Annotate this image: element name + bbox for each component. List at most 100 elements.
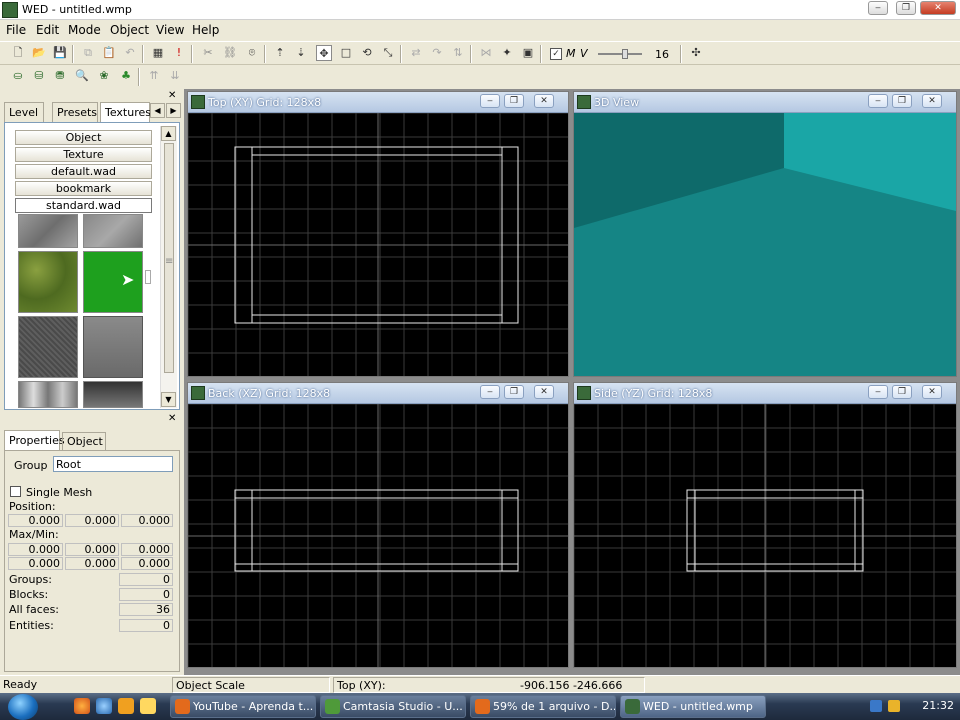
viewport-side-caption[interactable]: Side (YZ) Grid: 128x8 ‒ ❐ ✕ <box>574 383 956 404</box>
maximize-button[interactable]: ❐ <box>896 1 916 15</box>
block-wireframe[interactable] <box>251 489 503 572</box>
tab-properties[interactable]: Properties <box>4 430 65 450</box>
viewport-side[interactable]: Side (YZ) Grid: 128x8 ‒ ❐ ✕ <box>573 382 957 668</box>
viewport-close-button[interactable]: ✕ <box>922 385 942 399</box>
align-icon[interactable]: ⋈ <box>478 45 494 61</box>
block-wireframe[interactable] <box>686 489 864 572</box>
viewport-minimize-button[interactable]: ‒ <box>480 94 500 108</box>
close-button[interactable]: ✕ <box>920 1 956 15</box>
folder-icon[interactable] <box>140 698 156 714</box>
viewport-top-canvas[interactable] <box>188 113 568 376</box>
viewport-3d[interactable]: 3D View ‒ ❐ ✕ <box>573 91 957 377</box>
list-item-standard-wad[interactable]: standard.wad <box>15 198 152 213</box>
texture-swatch[interactable] <box>18 251 78 313</box>
viewport-minimize-button[interactable]: ‒ <box>480 385 500 399</box>
max-z-field[interactable]: 0.000 <box>121 543 173 556</box>
slider-thumb[interactable] <box>622 49 628 59</box>
viewport-top-caption[interactable]: Top (XY) Grid: 128x8 ‒ ❐ ✕ <box>188 92 568 113</box>
block-icon[interactable]: □ <box>338 45 354 61</box>
paste-icon[interactable]: 📋 <box>101 45 117 61</box>
save-icon[interactable]: 💾 <box>52 45 68 61</box>
menu-file[interactable]: File <box>6 23 26 37</box>
texture-swatch[interactable] <box>18 381 78 408</box>
min-x-field[interactable]: 0.000 <box>8 557 63 570</box>
viewport-maximize-button[interactable]: ❐ <box>504 94 524 108</box>
texture-swatch[interactable] <box>83 214 143 248</box>
max-y-field[interactable]: 0.000 <box>65 543 119 556</box>
build-icon[interactable]: ▦ <box>150 45 166 61</box>
texture-swatch[interactable] <box>18 316 78 378</box>
add-object-icon[interactable]: ⛀ <box>10 68 26 84</box>
list-item-default-wad[interactable]: default.wad <box>15 164 152 179</box>
task-youtube[interactable]: YouTube - Aprenda t... <box>170 695 316 718</box>
max-x-field[interactable]: 0.000 <box>8 543 63 556</box>
viewport-back-caption[interactable]: Back (XZ) Grid: 128x8 ‒ ❐ ✕ <box>188 383 568 404</box>
cut-icon[interactable]: ✂ <box>200 45 216 61</box>
scroll-up-icon[interactable]: ▲ <box>161 126 176 141</box>
split-icon[interactable]: ⇈ <box>146 68 162 84</box>
browser-icon[interactable] <box>96 698 112 714</box>
block-wireframe[interactable] <box>251 146 503 324</box>
window-title-bar[interactable]: WED - untitled.wmp ‒ ❐ ✕ <box>0 0 960 20</box>
position-x-field[interactable]: 0.000 <box>8 514 63 527</box>
add-path-icon[interactable]: ❀ <box>96 68 112 84</box>
viewport-3d-caption[interactable]: 3D View ‒ ❐ ✕ <box>574 92 956 113</box>
tray-network-icon[interactable] <box>870 700 882 712</box>
min-y-field[interactable]: 0.000 <box>65 557 119 570</box>
task-camtasia[interactable]: Camtasia Studio - U... <box>320 695 466 718</box>
viewport-top[interactable]: Top (XY) Grid: 128x8 ‒ ❐ ✕ <box>187 91 569 377</box>
min-z-field[interactable]: 0.000 <box>121 557 173 570</box>
open-folder-icon[interactable]: 📂 <box>31 45 47 61</box>
viewport-maximize-button[interactable]: ❐ <box>892 94 912 108</box>
scroll-down-icon[interactable]: ▼ <box>161 392 176 407</box>
tray-flag-icon[interactable] <box>888 700 900 712</box>
viewport-maximize-button[interactable]: ❐ <box>504 385 524 399</box>
position-z-field[interactable]: 0.000 <box>121 514 173 527</box>
move-down-icon[interactable]: ⇣ <box>293 45 309 61</box>
tab-scroll-left-icon[interactable]: ◀ <box>150 103 165 118</box>
viewport-3d-canvas[interactable] <box>574 113 956 376</box>
minimize-button[interactable]: ‒ <box>868 1 888 15</box>
grid-size-slider[interactable] <box>598 53 642 55</box>
viewport-back[interactable]: Back (XZ) Grid: 128x8 ‒ ❐ ✕ <box>187 382 569 668</box>
viewport-close-button[interactable]: ✕ <box>534 94 554 108</box>
task-download[interactable]: 59% de 1 arquivo - D... <box>470 695 616 718</box>
tab-scroll-right-icon[interactable]: ▶ <box>166 103 181 118</box>
copy-icon[interactable]: ⧉ <box>80 45 96 61</box>
pan-icon[interactable]: ✣ <box>688 45 704 61</box>
undo-icon[interactable]: ↶ <box>122 45 138 61</box>
viewport-close-button[interactable]: ✕ <box>922 94 942 108</box>
merge-icon[interactable]: ⇊ <box>167 68 183 84</box>
texture-icon[interactable]: ▣ <box>520 45 536 61</box>
viewport-side-canvas[interactable] <box>574 404 956 667</box>
properties-close-icon[interactable]: ✕ <box>168 413 176 424</box>
flip-icon[interactable]: ⇅ <box>450 45 466 61</box>
block-wireframe[interactable] <box>694 489 856 572</box>
tab-level[interactable]: Level <box>4 102 44 122</box>
block-wireframe[interactable] <box>251 154 503 316</box>
viewport-minimize-button[interactable]: ‒ <box>868 94 888 108</box>
add-terrain-icon[interactable]: ♣ <box>118 68 134 84</box>
position-y-field[interactable]: 0.000 <box>65 514 119 527</box>
menu-view[interactable]: View <box>156 23 184 37</box>
tab-object[interactable]: Object <box>62 432 106 450</box>
viewport-close-button[interactable]: ✕ <box>534 385 554 399</box>
tab-textures[interactable]: Textures <box>100 102 151 122</box>
texture-swatch[interactable] <box>83 381 143 408</box>
list-item-bookmark[interactable]: bookmark <box>15 181 152 196</box>
viewport-back-canvas[interactable] <box>188 404 568 667</box>
firefox-icon[interactable] <box>74 698 90 714</box>
link-icon[interactable]: ⛓ <box>222 45 238 61</box>
viewport-minimize-button[interactable]: ‒ <box>868 385 888 399</box>
menu-help[interactable]: Help <box>192 23 219 37</box>
menu-mode[interactable]: Mode <box>68 23 101 37</box>
texture-swatch[interactable] <box>18 214 78 248</box>
select-mode-icon[interactable]: ✥ <box>316 45 332 61</box>
scale-icon[interactable]: ⤡ <box>380 45 396 61</box>
block-wireframe[interactable] <box>686 497 864 565</box>
menu-edit[interactable]: Edit <box>36 23 59 37</box>
single-mesh-checkbox[interactable] <box>10 486 21 497</box>
list-item-texture[interactable]: Texture <box>15 147 152 162</box>
move-up-icon[interactable]: ⇡ <box>272 45 288 61</box>
grid-checkbox[interactable]: ✓ <box>550 48 562 60</box>
